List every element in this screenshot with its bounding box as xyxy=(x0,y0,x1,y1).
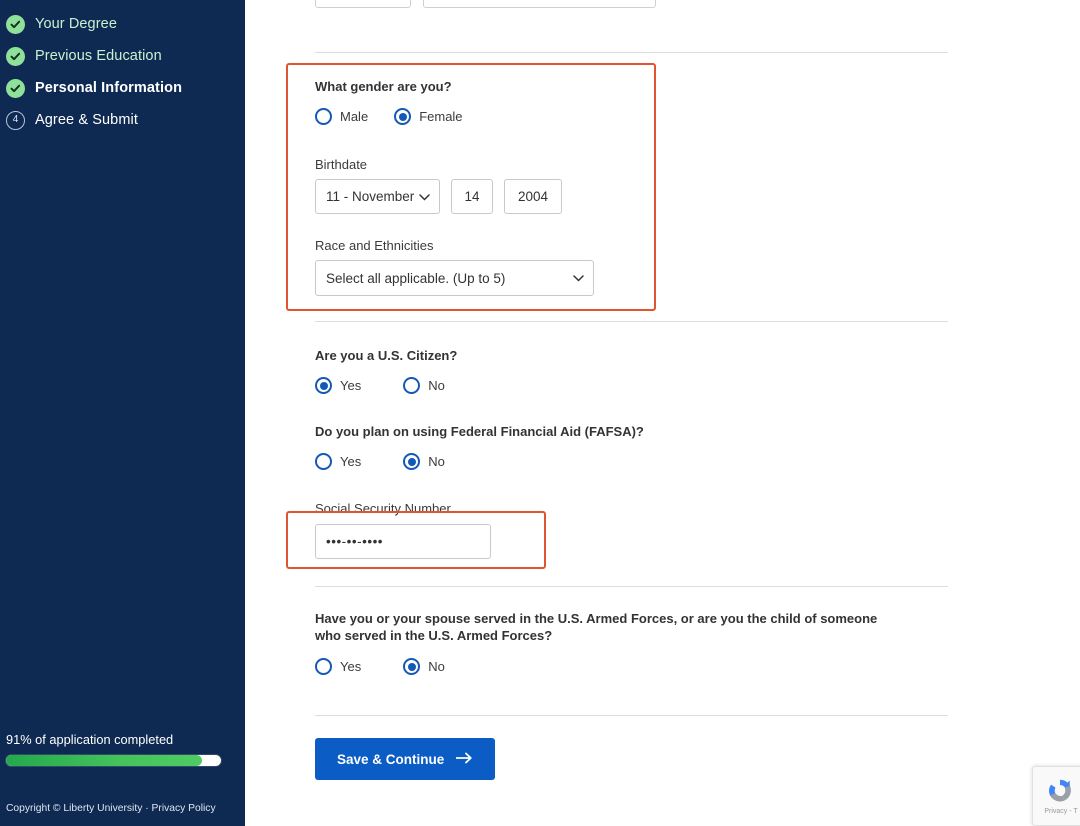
birthdate-day-value: 14 xyxy=(464,189,480,204)
ssn-input[interactable]: •••-••-•••• xyxy=(315,524,491,559)
radio-label: Yes xyxy=(340,659,362,674)
check-circle-icon xyxy=(6,78,25,98)
ssn-value: •••-••-•••• xyxy=(326,534,384,549)
birthdate-year-value: 2004 xyxy=(517,189,549,204)
radio-label: No xyxy=(428,454,445,469)
privacy-policy-link[interactable]: Privacy Policy xyxy=(152,803,216,814)
divider-after-ssn xyxy=(315,586,948,587)
radio-label: Male xyxy=(340,109,369,124)
step-navigation: Your Degree Previous Education Personal … xyxy=(0,0,245,136)
divider-after-gender xyxy=(315,321,948,322)
fafsa-option-yes[interactable]: Yes xyxy=(315,453,361,470)
progress-label: 91% of application completed xyxy=(6,732,174,747)
footer-copyright: Copyright © Liberty University · Privacy… xyxy=(6,803,216,814)
race-label: Race and Ethnicities xyxy=(315,238,434,253)
race-selected-value: Select all applicable. (Up to 5) xyxy=(326,270,506,286)
radio-selected-icon[interactable] xyxy=(394,108,412,125)
gender-option-male[interactable]: Male xyxy=(315,108,368,125)
main-content: What gender are you? Male Female Birthda… xyxy=(245,0,1080,826)
progress-section: 91% of application completed xyxy=(0,732,245,766)
birthdate-month-select[interactable]: 11 - November xyxy=(315,179,440,214)
copyright-text: Copyright © Liberty University · xyxy=(6,803,149,814)
chevron-down-icon xyxy=(573,272,584,284)
fafsa-radio-group: Yes No xyxy=(315,453,471,470)
armed-forces-question-label: Have you or your spouse served in the U.… xyxy=(315,611,878,643)
citizen-option-no[interactable]: No xyxy=(403,377,445,394)
sidebar-step-previous-education[interactable]: Previous Education xyxy=(0,40,245,72)
citizen-radio-group: Yes No xyxy=(315,377,471,394)
citizen-question-label: Are you a U.S. Citizen? xyxy=(315,348,458,363)
check-circle-icon xyxy=(6,14,25,34)
radio-selected-icon[interactable] xyxy=(315,377,332,394)
divider-before-submit xyxy=(315,715,948,716)
check-circle-icon xyxy=(6,46,25,66)
progress-bar-fill xyxy=(6,755,202,766)
citizen-option-yes[interactable]: Yes xyxy=(315,377,361,394)
sidebar-step-label: Your Degree xyxy=(35,16,117,32)
birthdate-day-input[interactable]: 14 xyxy=(451,179,493,214)
radio-label: No xyxy=(428,659,445,674)
birthdate-year-input[interactable]: 2004 xyxy=(504,179,562,214)
sidebar-step-label: Personal Information xyxy=(35,80,183,96)
radio-unselected-icon[interactable] xyxy=(315,658,332,675)
partial-input-right[interactable] xyxy=(423,0,656,8)
recaptcha-privacy-text: Privacy - T xyxy=(1044,808,1078,815)
application-form-page: Your Degree Previous Education Personal … xyxy=(0,0,1080,826)
radio-label: No xyxy=(428,378,445,393)
gender-question-label: What gender are you? xyxy=(315,79,452,94)
recaptcha-badge[interactable]: Privacy - T xyxy=(1032,766,1080,826)
recaptcha-icon xyxy=(1049,779,1071,802)
armed-forces-radio-group: Yes No xyxy=(315,658,471,675)
birthdate-month-value: 11 - November xyxy=(326,189,415,204)
sidebar: Your Degree Previous Education Personal … xyxy=(0,0,245,826)
save-button-label: Save & Continue xyxy=(337,751,445,767)
radio-unselected-icon[interactable] xyxy=(403,377,421,394)
radio-label: Yes xyxy=(340,378,362,393)
fafsa-question-label: Do you plan on using Federal Financial A… xyxy=(315,424,644,439)
step-number-badge: 4 xyxy=(6,110,25,130)
race-ethnicities-select[interactable]: Select all applicable. (Up to 5) xyxy=(315,260,594,296)
chevron-down-icon xyxy=(419,191,430,203)
armed-forces-option-yes[interactable]: Yes xyxy=(315,658,361,675)
radio-label: Yes xyxy=(340,454,362,469)
save-and-continue-button[interactable]: Save & Continue xyxy=(315,738,496,780)
gender-radio-group: Male Female xyxy=(315,108,489,125)
gender-option-female[interactable]: Female xyxy=(394,108,463,125)
radio-selected-icon[interactable] xyxy=(403,658,421,675)
birthdate-label: Birthdate xyxy=(315,157,368,172)
radio-selected-icon[interactable] xyxy=(403,453,421,470)
sidebar-step-label: Agree & Submit xyxy=(35,112,138,128)
radio-unselected-icon[interactable] xyxy=(315,108,332,125)
ssn-label: Social Security Number xyxy=(315,501,451,516)
radio-label: Female xyxy=(419,109,463,124)
sidebar-step-personal-information[interactable]: Personal Information xyxy=(0,72,245,104)
radio-unselected-icon[interactable] xyxy=(315,453,332,470)
fafsa-option-no[interactable]: No xyxy=(403,453,445,470)
sidebar-step-agree-and-submit[interactable]: 4 Agree & Submit xyxy=(0,104,245,136)
partial-input-left[interactable] xyxy=(315,0,411,8)
progress-bar xyxy=(6,755,221,766)
sidebar-step-label: Previous Education xyxy=(35,48,162,64)
divider-top xyxy=(315,52,948,53)
arrow-right-icon xyxy=(455,752,473,767)
sidebar-step-your-degree[interactable]: Your Degree xyxy=(0,8,245,40)
armed-forces-option-no[interactable]: No xyxy=(403,658,445,675)
